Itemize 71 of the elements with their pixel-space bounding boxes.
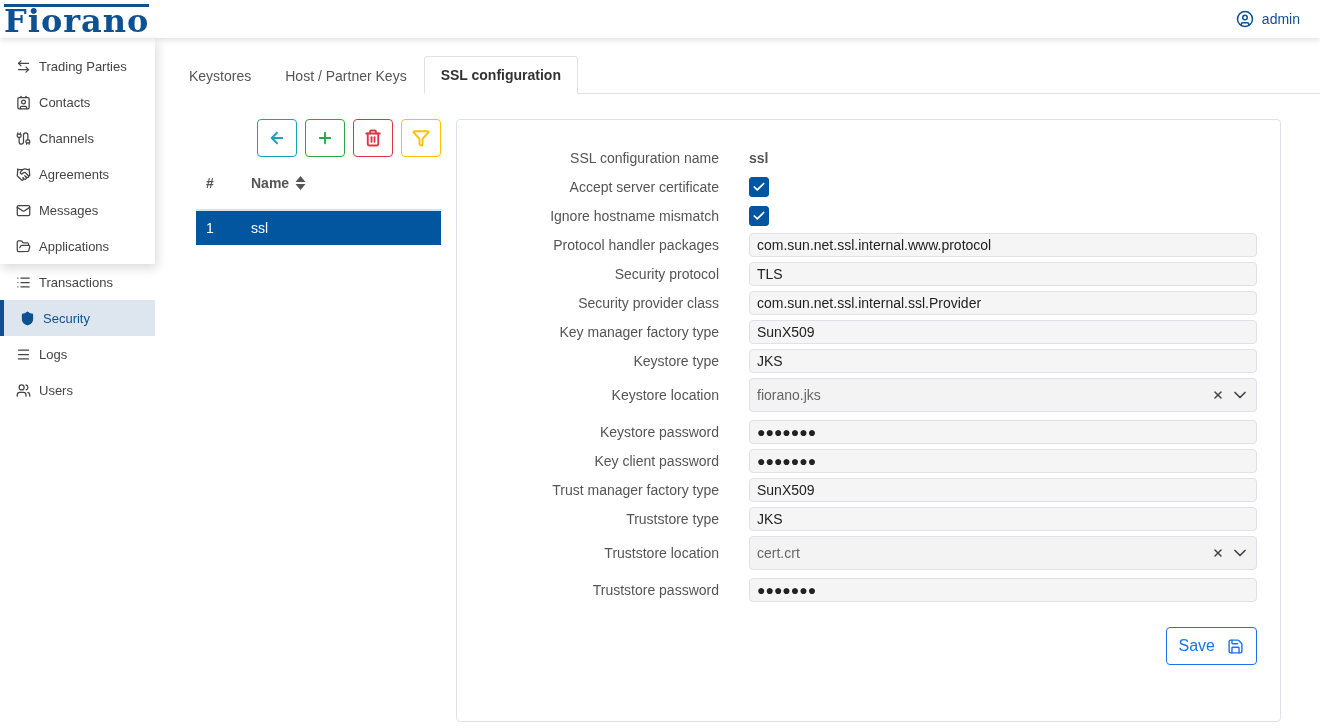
sort-icon[interactable] (295, 175, 307, 191)
menu-icon (16, 346, 31, 362)
sidebar-item[interactable]: Logs (0, 336, 155, 372)
sidebar-item[interactable]: Transactions (0, 264, 155, 300)
table-cell: ssl (251, 220, 269, 236)
field-label: Trust manager factory type (551, 482, 719, 498)
field-label: Key manager factory type (558, 324, 719, 340)
column-header: # (205, 175, 215, 191)
add-button[interactable] (305, 119, 345, 157)
delete-button[interactable] (353, 119, 393, 157)
envelope-icon (16, 202, 31, 218)
column-header[interactable]: Name (251, 175, 307, 191)
field-label: Truststore password (591, 582, 719, 598)
shield-icon (20, 310, 35, 326)
sidebar-item[interactable]: Applications (0, 228, 155, 264)
field-label: Ignore hostname mismatch (549, 208, 719, 224)
field-label: Keystore password (598, 424, 719, 440)
input-field[interactable]: ●●●●●●● (749, 420, 1257, 444)
input-field[interactable]: SunX509 (749, 320, 1257, 344)
filter-icon (412, 129, 430, 147)
sidebar-item[interactable]: Agreements (0, 156, 155, 192)
input-field[interactable]: JKS (749, 507, 1257, 531)
field-label: Keystore type (632, 353, 719, 369)
field-label: SSL configuration name (569, 150, 719, 166)
sidebar-item[interactable]: Security (0, 300, 155, 336)
sidebar-item[interactable]: Contacts (0, 84, 155, 120)
contact-card-icon (16, 94, 31, 110)
user-icon (1235, 10, 1254, 28)
input-field[interactable]: ●●●●●●● (749, 449, 1257, 473)
folder-icon (16, 238, 31, 254)
logo[interactable]: Fiorano (4, 3, 150, 35)
field-label: Truststore location (603, 545, 719, 561)
input-field[interactable]: ●●●●●●● (749, 578, 1257, 602)
input-field[interactable]: TLS (749, 262, 1257, 286)
field-value: ssl (749, 150, 769, 166)
clear-icon[interactable] (1212, 389, 1224, 401)
checkmark-icon (752, 209, 766, 223)
save-button[interactable]: Save (1165, 627, 1257, 665)
sidebar-item[interactable]: Messages (0, 192, 155, 228)
input-field[interactable]: SunX509 (749, 478, 1257, 502)
field-label: Truststore type (625, 511, 719, 527)
handshake-icon (16, 166, 31, 182)
checkbox[interactable] (749, 177, 769, 197)
checkbox[interactable] (749, 206, 769, 226)
sidebar-item[interactable]: Trading Parties (0, 48, 155, 84)
select-field[interactable]: cert.crt (749, 536, 1257, 570)
sidebar-item[interactable]: Users (0, 372, 155, 408)
back-button[interactable] (257, 119, 297, 157)
field-label: Security provider class (577, 295, 719, 311)
field-label: Accept server certificate (568, 179, 719, 195)
table-cell-text: 1 (205, 220, 215, 236)
cable-icon (16, 130, 31, 146)
field-label: Key client password (593, 453, 719, 469)
arrows-icon (16, 58, 31, 74)
table-row[interactable]: 1 ssl (196, 211, 441, 245)
sidebar-item[interactable]: Channels (0, 120, 155, 156)
checkmark-icon (752, 180, 766, 194)
input-field[interactable]: com.sun.net.ssl.internal.www.protocol (749, 233, 1257, 257)
select-field[interactable]: fiorano.jks (749, 378, 1257, 412)
plus-icon (316, 129, 334, 147)
users-icon (16, 382, 31, 398)
field-label: Keystore location (610, 387, 719, 403)
trash-icon (364, 129, 382, 147)
input-field[interactable]: JKS (749, 349, 1257, 373)
input-field[interactable]: com.sun.net.ssl.internal.ssl.Provider (749, 291, 1257, 315)
clear-icon[interactable] (1212, 547, 1224, 559)
field-label: Security protocol (613, 266, 719, 282)
list-icon (16, 274, 31, 290)
user-menu[interactable]: admin (1235, 10, 1300, 28)
tab[interactable]: SSL configuration (423, 56, 578, 94)
field-label: Protocol handler packages (552, 237, 719, 253)
